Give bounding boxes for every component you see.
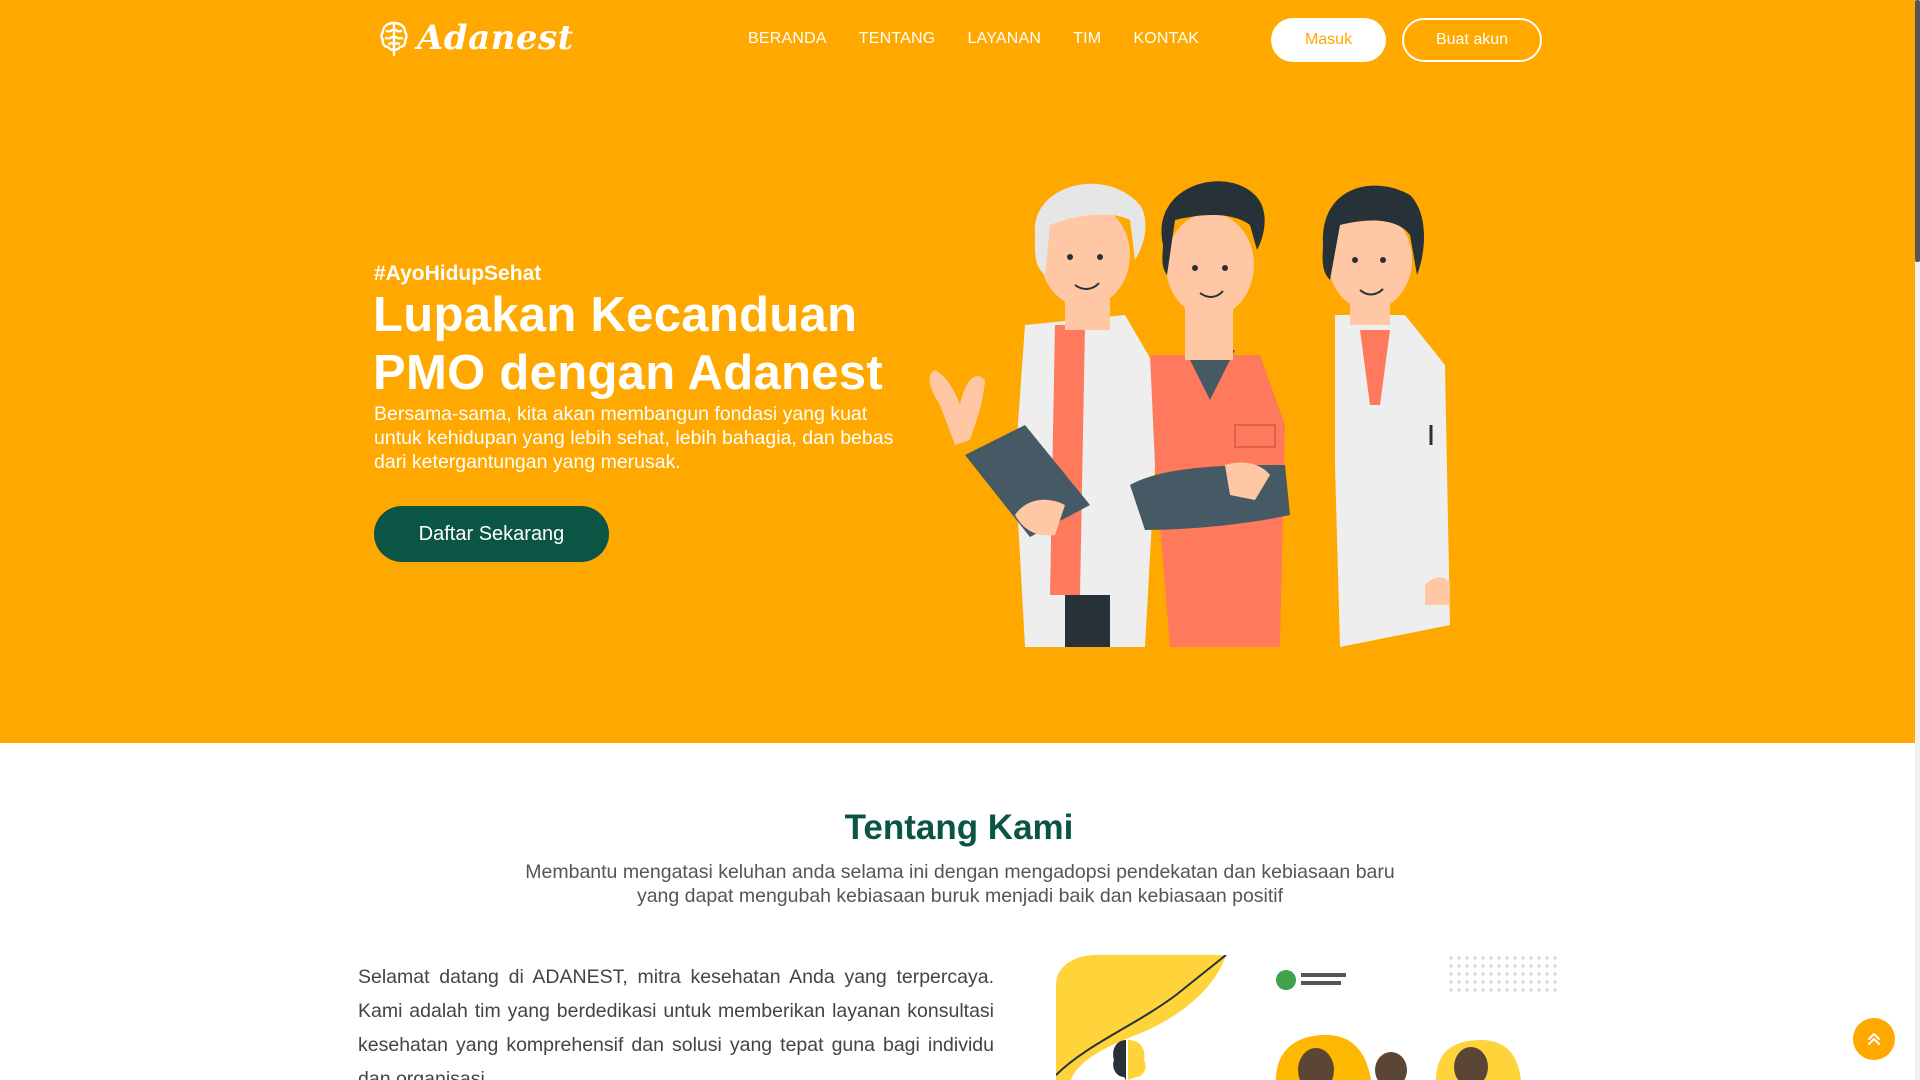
hero-hashtag: #AyoHidupSehat	[374, 262, 542, 285]
main-nav: BERANDA TENTANG LAYANAN TIM KONTAK	[748, 30, 1231, 48]
nav-link-kontak[interactable]: KONTAK	[1133, 30, 1199, 48]
nav-link-layanan[interactable]: LAYANAN	[967, 30, 1041, 48]
scrollbar-thumb[interactable]	[1915, 0, 1920, 262]
doctor-middle	[1130, 181, 1290, 647]
team-collage-image	[1056, 955, 1557, 1080]
register-now-button[interactable]: Daftar Sekarang	[374, 506, 609, 562]
about-body: Selamat datang di ADANEST, mitra kesehat…	[358, 966, 994, 1080]
doctors-illustration	[929, 181, 1450, 647]
doctor-right	[1322, 185, 1450, 647]
login-button[interactable]: Masuk	[1271, 18, 1386, 62]
nav-link-tentang[interactable]: TENTANG	[859, 30, 936, 48]
hero-description: Bersama-sama, kita akan membangun fondas…	[374, 403, 894, 473]
nav-link-tim[interactable]: TIM	[1073, 30, 1101, 48]
university-logo	[1276, 970, 1346, 990]
double-chevron-up-icon	[1868, 1033, 1880, 1045]
scrollbar[interactable]	[1915, 0, 1920, 1080]
hero-section: Adanest BERANDA TENTANG LAYANAN TIM KONT…	[0, 0, 1915, 743]
brain-logo-icon	[1113, 1040, 1146, 1080]
about-subtitle: Membantu mengatasi keluhan anda selama i…	[525, 861, 1395, 907]
team-photos	[1276, 1035, 1521, 1080]
nav-link-beranda[interactable]: BERANDA	[748, 30, 827, 48]
navbar: Adanest BERANDA TENTANG LAYANAN TIM KONT…	[0, 0, 1915, 80]
brain-icon	[380, 21, 408, 57]
logo[interactable]: Adanest	[379, 18, 574, 58]
hero-title: Lupakan Kecanduan PMO dengan Adanest	[373, 288, 883, 400]
about-title: Tentang Kami	[844, 808, 1074, 847]
register-button[interactable]: Buat akun	[1402, 18, 1542, 62]
dot-pattern	[1449, 956, 1557, 992]
brand-name: Adanest	[417, 18, 574, 58]
back-to-top-button[interactable]	[1853, 1018, 1895, 1060]
doctor-left	[929, 183, 1160, 647]
